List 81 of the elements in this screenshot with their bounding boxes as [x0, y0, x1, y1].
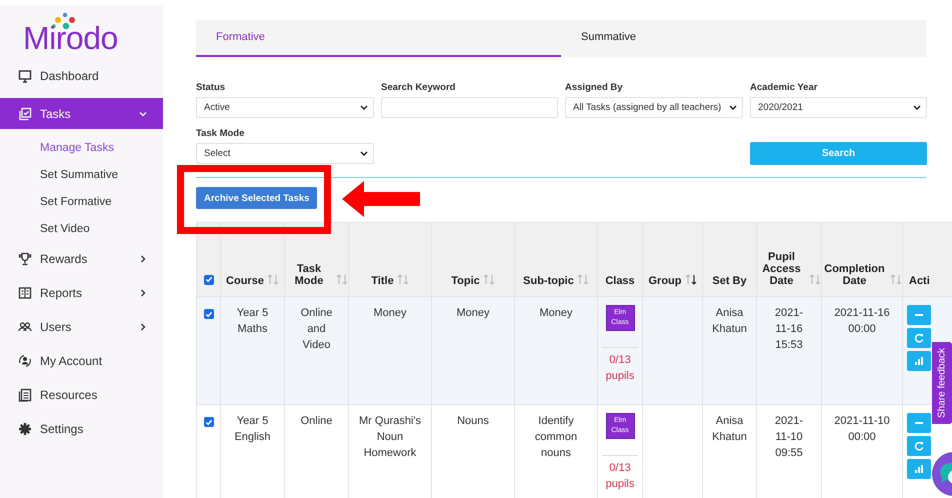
submenu-item[interactable]: Manage Tasks	[0, 135, 114, 162]
table-cell-text: Year 5 Maths	[236, 306, 270, 337]
sidebar-item[interactable]: Rewards	[0, 243, 163, 274]
trophy-icon	[18, 252, 32, 266]
sidebar-item[interactable]: Resources	[0, 379, 163, 410]
checklist-icon	[18, 106, 32, 120]
checkbox[interactable]	[204, 274, 214, 284]
column-header: Completion Date	[823, 263, 886, 287]
action-button[interactable]	[907, 328, 931, 348]
table-cell-text: Mr Qurashi's Noun Homework	[358, 414, 422, 461]
action-button[interactable]	[907, 351, 931, 371]
chevron-down-icon	[913, 104, 921, 110]
sidebar-item[interactable]: Reports	[0, 277, 163, 308]
documents-icon	[18, 388, 32, 402]
table-cell-text: Nouns	[456, 414, 490, 429]
refresh-icon	[914, 441, 924, 451]
sidebar-item[interactable]: Users	[0, 311, 163, 342]
action-button[interactable]	[907, 459, 931, 479]
table-cell-text: Online and Video	[300, 306, 334, 353]
checkbox[interactable]	[204, 309, 214, 319]
table-cell-text: Anisa Khatun	[711, 414, 748, 445]
field-label: Academic Year	[750, 82, 818, 93]
table-cell-text: Anisa Khatun	[711, 306, 748, 337]
column-header: Set By	[712, 275, 747, 287]
field-label: Task Mode	[196, 128, 246, 139]
column-header: Group	[648, 275, 682, 287]
column-header: Sub-topic	[523, 275, 574, 287]
dropdown[interactable]: 2020/2021	[750, 97, 927, 118]
bar-chart-icon	[914, 464, 924, 474]
chevron-down-icon	[360, 104, 368, 110]
pupil-count: 0/13 pupils	[604, 461, 636, 492]
search-field[interactable]	[381, 97, 558, 118]
submenu-item[interactable]: Set Formative	[0, 189, 112, 216]
field-label: Status	[196, 82, 226, 93]
sidebar-item[interactable]: My Account	[0, 345, 163, 376]
settings-icon	[18, 422, 32, 436]
column-header: Class	[605, 275, 635, 287]
logo: Mirodo	[23, 22, 118, 54]
chevron-down-icon	[360, 150, 368, 156]
book-icon	[18, 286, 32, 300]
column-header: Title	[371, 275, 394, 287]
submenu-item[interactable]: Set Video	[0, 216, 90, 243]
action-button[interactable]	[907, 436, 931, 456]
field-label: Assigned By	[565, 82, 624, 93]
field-label: Search Keyword	[381, 82, 456, 93]
monitor-icon	[18, 68, 32, 82]
dropdown[interactable]: Select	[196, 143, 374, 164]
archive-button[interactable]: Archive Selected Tasks	[196, 187, 318, 209]
column-header: Acti	[909, 275, 930, 287]
table-cell-text: Money	[538, 306, 574, 321]
refresh-icon	[914, 333, 924, 343]
dropdown[interactable]: All Tasks (assigned by all teachers)	[565, 97, 743, 118]
sidebar-item[interactable]: Settings	[0, 413, 163, 444]
table-cell-text: 2021-11-10 00:00	[833, 414, 891, 445]
table-cell-text: Money	[372, 306, 408, 321]
table-cell-text: Money	[455, 306, 491, 321]
user-cycle-icon	[18, 354, 32, 368]
column-header: Course	[226, 275, 264, 287]
tab[interactable]: Summative	[561, 20, 926, 57]
checkbox[interactable]	[204, 417, 214, 427]
table-cell-text: 2021-11-16 15:53	[774, 306, 804, 353]
bar-chart-icon	[914, 356, 924, 366]
column-header: Pupil Access Date	[761, 251, 802, 287]
table-cell-text: Year 5 English	[233, 414, 272, 445]
table-cell-text: 2021-11-16 00:00	[833, 306, 891, 337]
feedback-tab[interactable]: Share feedback	[932, 342, 952, 424]
submenu-item[interactable]: Set Summative	[0, 162, 118, 189]
sidebar-item[interactable]: Dashboard	[0, 60, 163, 91]
sidebar-item[interactable]: Tasks	[0, 98, 163, 129]
table-cell-text: 2021-11-10 09:55	[774, 414, 804, 461]
action-button[interactable]	[907, 305, 931, 325]
column-header: Task Mode	[294, 263, 324, 287]
action-button[interactable]	[907, 413, 931, 433]
tab[interactable]: Formative	[196, 20, 561, 57]
table-cell-text: Identify common nouns	[534, 414, 578, 461]
dropdown[interactable]: Active	[196, 97, 374, 118]
table-cell-text: Online	[300, 414, 334, 429]
chevron-down-icon	[729, 104, 737, 110]
column-header: Topic	[451, 275, 480, 287]
pupil-count: 0/13 pupils	[604, 353, 636, 384]
users-icon	[18, 320, 32, 334]
